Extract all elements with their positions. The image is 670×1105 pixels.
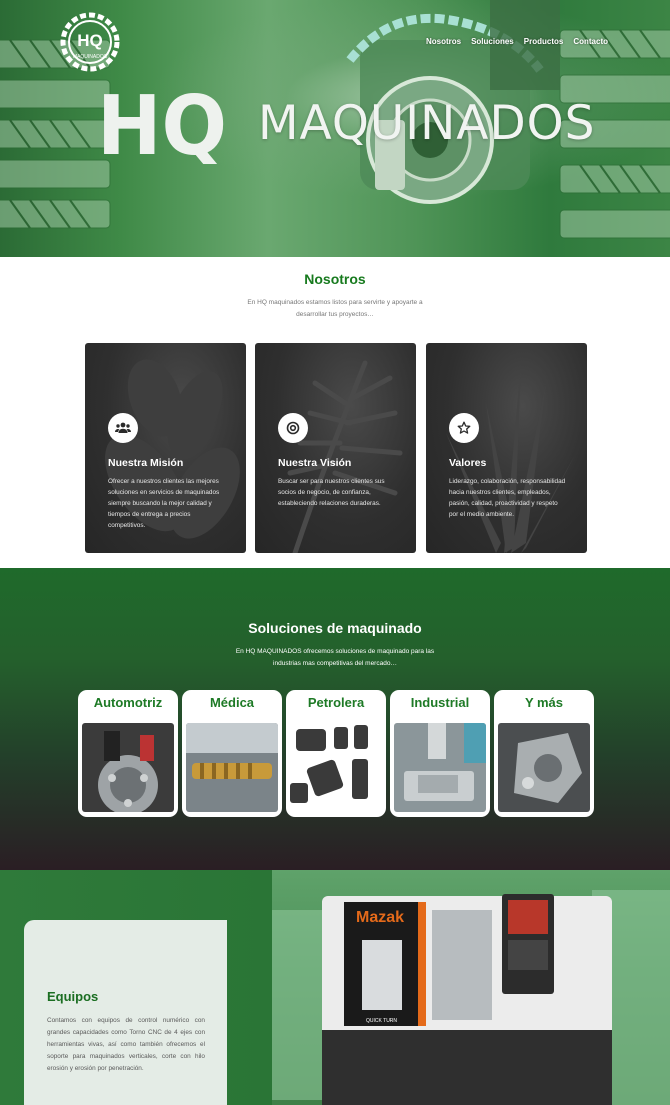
industry-card-medica[interactable]: Médica [182,690,282,817]
vision-title: Nuestra Visión [278,457,352,469]
industry-label: Petrolera [307,695,365,710]
palm-leaf-image [287,360,403,553]
logo-text: HQ [77,31,103,50]
industrial-machining-image [394,723,486,812]
industry-label: Y más [524,695,564,710]
nav-productos[interactable]: Productos [524,37,564,46]
equipos-card [24,920,227,1105]
industry-card-automotriz[interactable]: Automotriz [78,690,178,817]
industry-card-industrial[interactable]: Industrial [390,690,490,817]
industry-label: Industrial [410,695,470,710]
industry-card-petrolera[interactable]: Petrolera [286,690,386,817]
vision-text: Buscar ser para nuestros clientes sus so… [278,478,385,507]
mission-title: Nuestra Misión [108,457,184,469]
logo-subtext: MAQUINADOS [73,54,108,60]
nav-contacto[interactable]: Contacto [573,37,608,46]
industry-label: Médica [209,695,255,710]
nosotros-title: Nosotros [304,271,366,287]
medical-part-image [186,723,278,812]
nav-nosotros[interactable]: Nosotros [426,37,461,46]
values-text: Liderazgo, colaboración, responsabilidad… [449,478,566,518]
nosotros-intro: En HQ maquinados estamos listos para ser… [247,299,423,318]
hero-brand-word: MAQUINADOS [258,96,596,151]
machined-block-image [498,723,590,812]
hq-logo[interactable]: HQ MAQUINADOS [56,8,124,76]
machine-brand-text: Mazak [356,909,404,926]
industry-card-y-mas[interactable]: Y más [494,690,594,817]
mission-text: Ofrecer a nuestros clientes las mejores … [108,478,220,529]
hero-banner: HQ MAQUINADOS Nosotros Soluciones Produc… [0,0,670,257]
values-title: Valores [449,457,487,469]
succulent-image [446,363,576,553]
vision-card: Nuestra Visión Buscar ser para nuestros … [255,343,416,553]
star-icon [449,413,479,443]
soluciones-intro: En HQ MAQUINADOS ofrecemos soluciones de… [235,648,435,667]
soluciones-title: Soluciones de maquinado [248,620,422,636]
machine-model-text: QUICK TURN [366,1018,397,1024]
soluciones-section: Soluciones de maquinado En HQ MAQUINADOS… [0,568,670,870]
main-nav: Nosotros Soluciones Productos Contacto [426,37,608,46]
hero-hq-text: HQ [97,90,227,164]
mission-card: Nuestra Misión Ofrecer a nuestros client… [85,343,246,553]
users-icon [108,413,138,443]
equipos-title: Equipos [47,989,99,1004]
cnc-machine-image: Mazak QUICK TURN [272,870,670,1105]
equipos-text: Contamos con equipos de control numérico… [47,1017,205,1072]
values-card: Valores Liderazgo, colaboración, respons… [426,343,587,553]
target-icon [278,413,308,443]
oil-parts-image [290,723,382,812]
hero-hq-wordmark: HQ [97,90,227,164]
equipos-section: Mazak QUICK TURN Equipos Contamos con eq… [0,870,670,1105]
nav-soluciones[interactable]: Soluciones [471,37,514,46]
automotive-part-image [82,723,174,812]
industry-label: Automotriz [93,695,163,710]
nosotros-section: Nosotros En HQ maquinados estamos listos… [0,257,670,568]
